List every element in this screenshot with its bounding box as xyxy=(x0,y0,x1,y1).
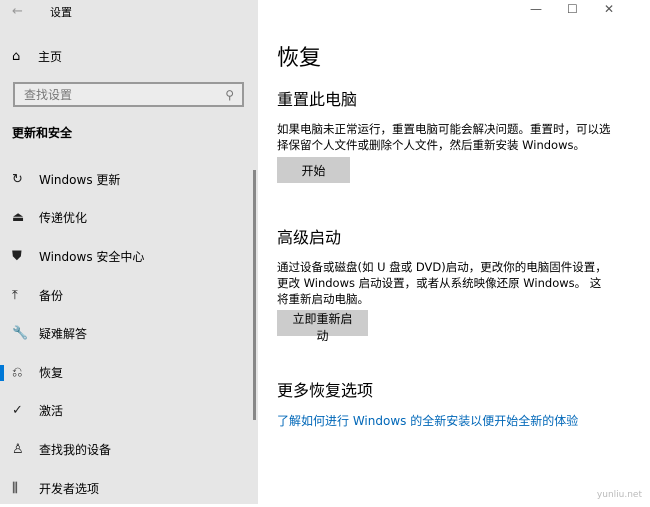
sidebar-item-icon: ⤒ xyxy=(12,287,18,303)
clean-install-link[interactable]: 了解如何进行 Windows 的全新安装以便开始全新的体验 xyxy=(277,412,578,429)
scrollbar[interactable] xyxy=(253,170,256,420)
advanced-startup-heading: 高级启动 xyxy=(277,228,342,247)
sidebar-item[interactable]: ⤒ 备份 xyxy=(0,276,258,315)
back-arrow-icon[interactable]: ← xyxy=(12,4,23,19)
sidebar-item[interactable]: ↻ Windows 更新 xyxy=(0,160,258,199)
sidebar-item[interactable]: ♙ 查找我的设备 xyxy=(0,430,258,469)
app-title: 设置 xyxy=(50,6,72,19)
sidebar-item-icon: 🔧 xyxy=(12,326,29,342)
sidebar-item[interactable]: ⫼ 开发者选项 xyxy=(0,469,258,507)
sidebar-item[interactable]: ⏏ 传递优化 xyxy=(0,199,258,238)
sidebar-item-label: 开发者选项 xyxy=(39,481,100,496)
page-title: 恢复 xyxy=(277,46,322,71)
sidebar-item[interactable]: ✓ 激活 xyxy=(0,392,258,431)
sidebar-item-icon: ⎌ xyxy=(12,364,23,380)
more-options-heading: 更多恢复选项 xyxy=(277,381,374,400)
home-label: 主页 xyxy=(38,50,63,64)
sidebar-item-icon: ⫼ xyxy=(12,480,18,496)
watermark: yunliu.net xyxy=(596,490,642,500)
sidebar-item-icon: ✓ xyxy=(12,403,23,419)
sidebar-item-icon: ♙ xyxy=(12,441,24,457)
sidebar-item[interactable]: ⛊ Windows 安全中心 xyxy=(0,237,258,276)
restart-now-button[interactable]: 立即重新启动 xyxy=(277,310,368,343)
home-icon: ⌂ xyxy=(12,49,21,64)
sidebar-item-icon: ⏏ xyxy=(12,210,25,226)
sidebar-item-label: 查找我的设备 xyxy=(39,442,112,457)
search-icon[interactable]: ⚲ xyxy=(225,88,234,102)
sidebar-item-label: Windows 更新 xyxy=(39,172,121,187)
sidebar-item-label: 传递优化 xyxy=(39,211,88,226)
advanced-startup-description: 通过设备或磁盘(如 U 盘或 DVD)启动，更改你的电脑固件设置，更改 Wind… xyxy=(277,260,607,306)
maximize-button[interactable]: ☐ xyxy=(567,2,578,16)
sidebar-item-label: 疑难解答 xyxy=(39,327,88,342)
reset-description: 如果电脑未正常运行，重置电脑可能会解决问题。重置时，可以选择保留个人文件或删除个… xyxy=(277,122,611,152)
sidebar-item-home[interactable]: ⌂ 主页 xyxy=(12,48,62,65)
sidebar-item-label: 恢复 xyxy=(39,365,64,380)
sidebar-item[interactable]: ⎌ 恢复 xyxy=(0,353,258,392)
start-reset-button[interactable]: 开始 xyxy=(277,157,350,183)
sidebar-item-label: 激活 xyxy=(39,404,64,419)
minimize-button[interactable]: — xyxy=(530,2,542,16)
sidebar-item-label: 备份 xyxy=(39,288,64,303)
close-button[interactable]: ✕ xyxy=(604,2,614,16)
search-placeholder: 查找设置 xyxy=(24,88,73,102)
search-input[interactable]: 查找设置 ⚲ xyxy=(13,82,244,107)
sidebar-item-icon: ⛊ xyxy=(12,248,22,264)
sidebar-item[interactable]: 🔧 疑难解答 xyxy=(0,314,258,353)
sidebar-item-icon: ↻ xyxy=(12,171,23,187)
sidebar-nav: ↻ Windows 更新 ⏏ 传递优化 ⛊ Windows 安全中心 ⤒ 备份 🔧 疑难解答 ⎌ 恢复… xyxy=(0,160,258,507)
sidebar: ← 设置 ⌂ 主页 查找设置 ⚲ 更新和安全 ↻ Windows 更新 ⏏ 传递优化 ⛊… xyxy=(0,0,258,504)
section-heading: 更新和安全 xyxy=(12,126,73,140)
sidebar-item-label: Windows 安全中心 xyxy=(39,249,145,264)
reset-heading: 重置此电脑 xyxy=(277,90,358,109)
